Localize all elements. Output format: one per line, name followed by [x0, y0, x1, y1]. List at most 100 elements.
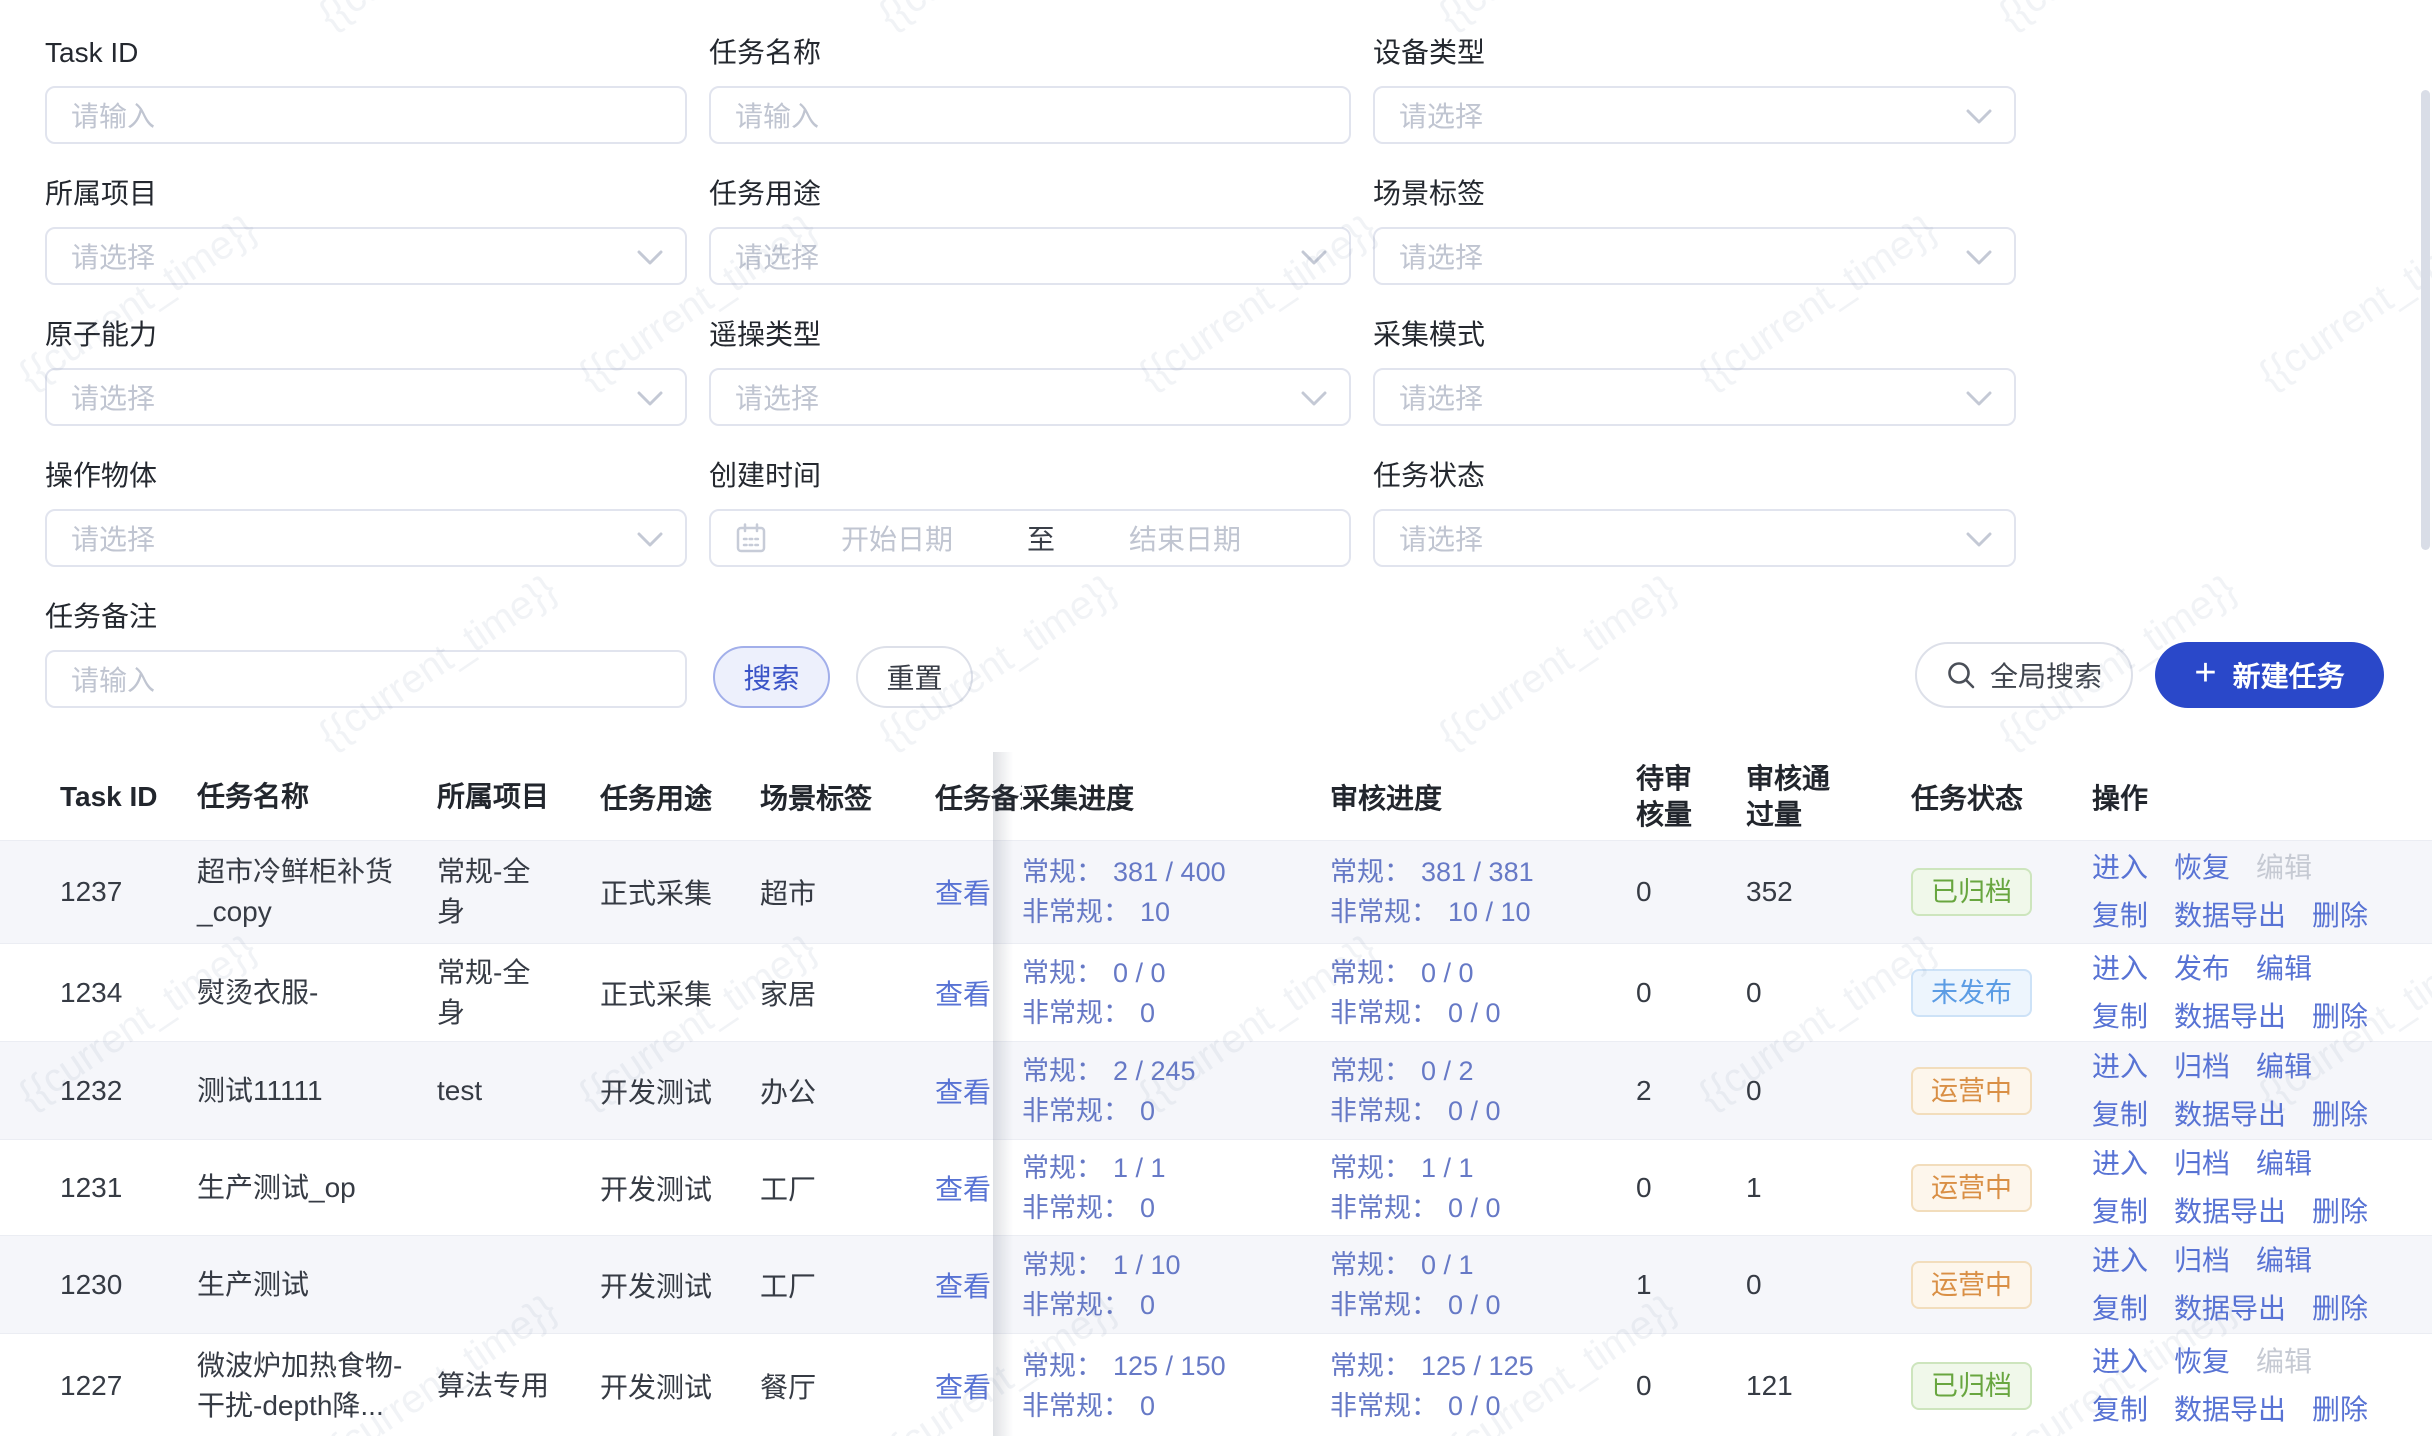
teleop-type-select[interactable]: 请选择	[709, 368, 1351, 426]
cell-scene-tag: 家居	[760, 973, 935, 1013]
archive-link[interactable]: 归档	[2174, 1237, 2230, 1285]
copy-link[interactable]: 复制	[2092, 1091, 2148, 1139]
enter-link[interactable]: 进入	[2092, 1140, 2148, 1188]
cell-purpose: 开发测试	[600, 1071, 760, 1111]
task-purpose-select[interactable]: 请选择	[709, 227, 1351, 285]
copy-link[interactable]: 复制	[2092, 993, 2148, 1041]
chevron-down-icon	[1966, 532, 1992, 548]
start-date-input[interactable]: 开始日期	[767, 518, 1027, 558]
view-note-link[interactable]: 查看	[935, 1271, 991, 1302]
delete-link[interactable]: 删除	[2312, 1091, 2368, 1139]
field-label: 采集模式	[1373, 318, 2016, 352]
cell-review-progress: 常规：1 / 1 非常规：0 / 0	[1330, 1148, 1636, 1228]
end-date-input[interactable]: 结束日期	[1055, 518, 1315, 558]
cell-task-id: 1231	[60, 1172, 197, 1204]
cell-review-progress: 常规：381 / 381 非常规：10 / 10	[1330, 852, 1636, 932]
enter-link[interactable]: 进入	[2092, 1237, 2148, 1285]
cell-project: 常规-全身	[437, 852, 600, 932]
project-select[interactable]: 请选择	[45, 227, 687, 285]
data-export-link[interactable]: 数据导出	[2174, 1091, 2286, 1139]
edit-link[interactable]: 编辑	[2256, 1237, 2312, 1285]
reset-button[interactable]: 重置	[856, 646, 973, 708]
cell-task-id: 1237	[60, 876, 197, 908]
create-time-range-picker[interactable]: 开始日期 至 结束日期	[709, 509, 1351, 567]
global-search-button[interactable]: 全局搜索	[1915, 642, 2133, 708]
delete-link[interactable]: 删除	[2312, 1386, 2368, 1434]
header-task-name: 任务名称	[197, 777, 437, 817]
task-name-input[interactable]: 请输入	[709, 86, 1351, 144]
filter-field-operate-object: 操作物体 请选择	[45, 459, 687, 567]
filter-field-atomic-capability: 原子能力 请选择	[45, 318, 687, 426]
view-note-link[interactable]: 查看	[935, 1372, 991, 1403]
restore-link[interactable]: 恢复	[2174, 1338, 2230, 1386]
data-export-link[interactable]: 数据导出	[2174, 1285, 2286, 1333]
collect-mode-select[interactable]: 请选择	[1373, 368, 2016, 426]
task-id-input[interactable]: 请输入	[45, 86, 687, 144]
cell-collect-progress: 常规：381 / 400 非常规：10	[1022, 852, 1330, 932]
data-export-link[interactable]: 数据导出	[2174, 993, 2286, 1041]
vertical-scrollbar-thumb[interactable]	[2421, 90, 2430, 550]
delete-link[interactable]: 删除	[2312, 1285, 2368, 1333]
cell-task-status: 未发布	[1911, 969, 2092, 1017]
archive-link[interactable]: 归档	[2174, 1043, 2230, 1091]
data-export-link[interactable]: 数据导出	[2174, 892, 2286, 940]
field-label: 任务用途	[709, 177, 1351, 211]
new-task-button[interactable]: + 新建任务	[2155, 642, 2384, 708]
cell-purpose: 开发测试	[600, 1366, 760, 1406]
enter-link[interactable]: 进入	[2092, 1338, 2148, 1386]
delete-link[interactable]: 删除	[2312, 993, 2368, 1041]
cell-task-status: 运营中	[1911, 1067, 2092, 1115]
edit-link[interactable]: 编辑	[2256, 945, 2312, 993]
copy-link[interactable]: 复制	[2092, 892, 2148, 940]
atomic-capability-select[interactable]: 请选择	[45, 368, 687, 426]
scene-tag-select[interactable]: 请选择	[1373, 227, 2016, 285]
view-note-link[interactable]: 查看	[935, 1077, 991, 1108]
header-actions: 操作	[2092, 777, 2432, 817]
restore-link[interactable]: 恢复	[2174, 844, 2230, 892]
cell-review-passed: 0	[1746, 1075, 1911, 1107]
header-purpose: 任务用途	[600, 777, 760, 817]
copy-link[interactable]: 复制	[2092, 1285, 2148, 1333]
enter-link[interactable]: 进入	[2092, 945, 2148, 993]
enter-link[interactable]: 进入	[2092, 844, 2148, 892]
cell-purpose: 正式采集	[600, 973, 760, 1013]
select-placeholder: 请选择	[1399, 377, 1483, 417]
enter-link[interactable]: 进入	[2092, 1043, 2148, 1091]
input-placeholder: 请输入	[735, 95, 819, 135]
select-placeholder: 请选择	[735, 236, 819, 276]
cell-scene-tag: 办公	[760, 1071, 935, 1111]
cell-actions: 进入归档编辑复制数据导出删除	[2092, 1140, 2432, 1236]
view-note-link[interactable]: 查看	[935, 878, 991, 909]
copy-link[interactable]: 复制	[2092, 1188, 2148, 1236]
device-type-select[interactable]: 请选择	[1373, 86, 2016, 144]
status-badge: 已归档	[1911, 1362, 2032, 1410]
data-export-link[interactable]: 数据导出	[2174, 1188, 2286, 1236]
cell-review-passed: 352	[1746, 876, 1911, 908]
data-export-link[interactable]: 数据导出	[2174, 1386, 2286, 1434]
cell-actions: 进入恢复编辑复制数据导出删除	[2092, 844, 2432, 940]
table-header-row: Task ID 任务名称 所属项目 任务用途 场景标签 任务备注 采集进度 审核…	[0, 754, 2432, 840]
edit-link[interactable]: 编辑	[2256, 1043, 2312, 1091]
copy-link[interactable]: 复制	[2092, 1386, 2148, 1434]
cell-collect-progress: 常规：1 / 1 非常规：0	[1022, 1148, 1330, 1228]
cell-pending-review: 2	[1636, 1075, 1746, 1107]
field-label: Task ID	[45, 36, 687, 70]
publish-link[interactable]: 发布	[2174, 945, 2230, 993]
delete-link[interactable]: 删除	[2312, 1188, 2368, 1236]
edit-link[interactable]: 编辑	[2256, 1140, 2312, 1188]
cell-task-status: 运营中	[1911, 1261, 2092, 1309]
filter-field-task-note: 任务备注 请输入	[45, 600, 687, 708]
cell-scene-tag: 工厂	[760, 1265, 935, 1305]
table-row: 1237 超市冷鲜柜补货_copy 常规-全身 正式采集 超市 查看 常规：38…	[0, 840, 2432, 943]
task-note-input[interactable]: 请输入	[45, 650, 687, 708]
operate-object-select[interactable]: 请选择	[45, 509, 687, 567]
cell-task-name: 测试11111	[197, 1071, 437, 1111]
task-status-select[interactable]: 请选择	[1373, 509, 2016, 567]
view-note-link[interactable]: 查看	[935, 979, 991, 1010]
search-button[interactable]: 搜索	[713, 646, 830, 708]
delete-link[interactable]: 删除	[2312, 892, 2368, 940]
archive-link[interactable]: 归档	[2174, 1140, 2230, 1188]
view-note-link[interactable]: 查看	[935, 1174, 991, 1205]
chevron-down-icon	[1301, 250, 1327, 266]
select-placeholder: 请选择	[71, 236, 155, 276]
